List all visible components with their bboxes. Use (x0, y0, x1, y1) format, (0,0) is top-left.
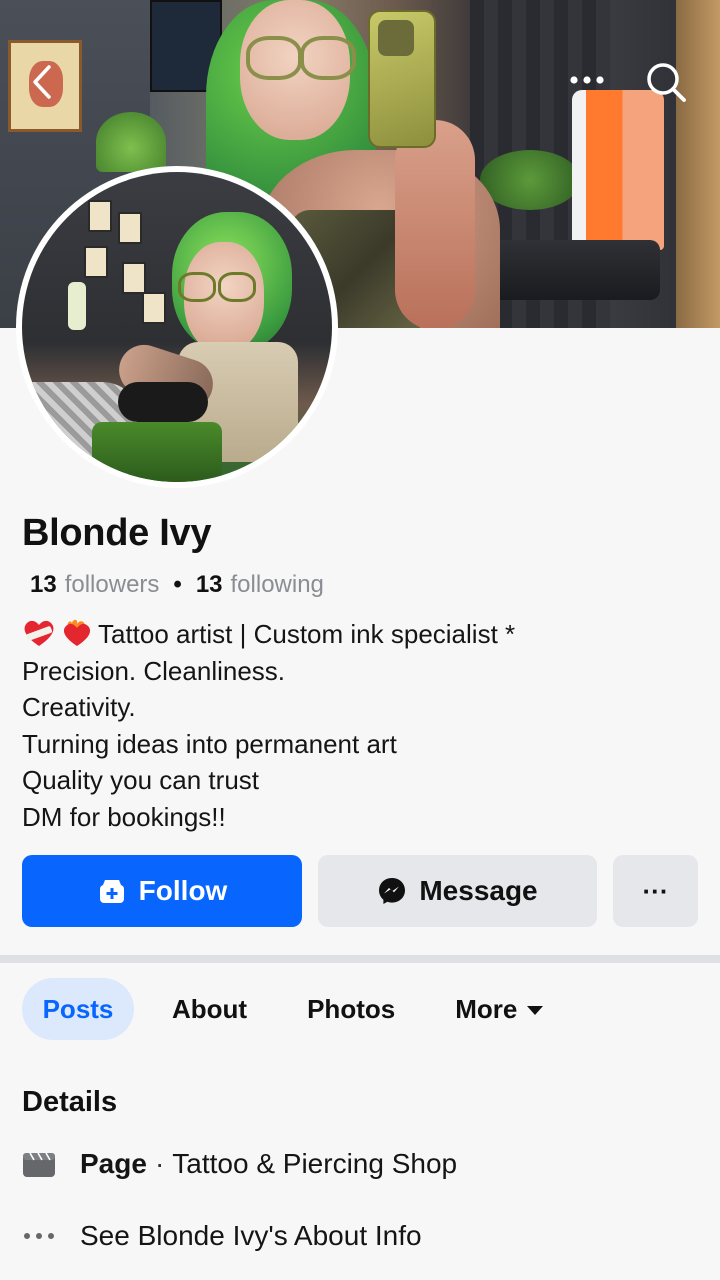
see-about-info-link[interactable]: See Blonde Ivy's About Info (22, 1220, 422, 1252)
tab-posts[interactable]: Posts (22, 978, 134, 1040)
cover-phone (368, 10, 436, 148)
cover-clothes (572, 90, 664, 250)
avatar-flash-card (122, 262, 146, 294)
profile-stats: 13 followers • 13 following (30, 571, 324, 599)
cover-glasses (246, 36, 356, 80)
bio-line: Creativity. (22, 692, 136, 722)
heart-on-fire-emoji (63, 619, 91, 646)
avatar-flash-card (88, 200, 112, 232)
profile-avatar[interactable] (16, 166, 338, 488)
more-options-button[interactable] (566, 60, 608, 100)
search-button[interactable] (644, 60, 688, 104)
chevron-left-icon (33, 65, 51, 99)
search-icon (647, 63, 686, 102)
cover-doorframe (676, 0, 720, 328)
followers-label[interactable]: followers (65, 571, 160, 599)
avatar-flash-card (142, 292, 166, 324)
cover-plant (96, 112, 166, 172)
tab-more-label: More (455, 993, 518, 1024)
bio-line: Quality you can trust (22, 765, 259, 795)
back-button[interactable] (22, 62, 62, 102)
followers-count[interactable]: 13 (30, 571, 57, 599)
bio-line-text: Tattoo artist | Custom ink specialist * (98, 619, 516, 649)
see-about-info-text: See Blonde Ivy's About Info (80, 1220, 422, 1251)
bio-line: Turning ideas into permanent art (22, 728, 397, 759)
following-label[interactable]: following (231, 571, 324, 599)
following-count[interactable]: 13 (196, 571, 223, 599)
message-button[interactable]: Message (318, 855, 597, 927)
avatar-bottle (68, 282, 86, 330)
tab-about[interactable]: About (150, 978, 269, 1040)
page-flag-icon (22, 1150, 56, 1178)
page-category-text: Tattoo & Piercing Shop (172, 1148, 458, 1179)
cover-person-arm (395, 120, 475, 328)
detail-page-category: Page · Tattoo & Piercing Shop (22, 1148, 457, 1180)
avatar-glove (118, 382, 208, 422)
follow-page-icon (99, 880, 124, 903)
tab-photos[interactable]: Photos (285, 978, 417, 1040)
avatar-flash-card (84, 246, 108, 278)
message-label: Message (419, 875, 538, 906)
cover-plants (480, 150, 580, 210)
bio-line: Precision. Cleanliness. (22, 655, 286, 686)
messenger-icon (379, 878, 406, 904)
follow-label: Follow (138, 875, 228, 906)
page-type-separator: · (154, 1148, 165, 1179)
cover-bench (490, 240, 660, 300)
red-heart-with-bandage-emoji (24, 620, 54, 646)
bio-line: Tattoo artist | Custom ink specialist * (22, 616, 702, 653)
caret-down-icon (527, 1006, 544, 1015)
profile-bio: Tattoo artist | Custom ink specialist * … (22, 616, 702, 835)
stats-separator: • (173, 571, 182, 598)
details-heading: Details (22, 1086, 118, 1118)
ellipsis-icon (22, 1222, 56, 1250)
profile-tabs: Posts About Photos More (22, 978, 565, 1040)
avatar-photo (22, 172, 332, 482)
follow-button[interactable]: Follow (22, 855, 302, 927)
avatar-flash-card (118, 212, 142, 244)
ellipsis-icon (570, 76, 604, 84)
action-buttons: Follow Message ··· (22, 855, 698, 927)
more-actions-button[interactable]: ··· (613, 855, 698, 927)
page-type-label: Page (80, 1148, 147, 1179)
profile-name: Blonde Ivy (22, 512, 212, 554)
bio-line: DM for bookings!! (22, 801, 226, 832)
tab-more[interactable]: More (433, 978, 565, 1040)
avatar-glasses (178, 272, 256, 302)
avatar-cushion (92, 422, 222, 482)
section-divider (0, 955, 720, 963)
more-actions-label: ··· (642, 875, 669, 906)
